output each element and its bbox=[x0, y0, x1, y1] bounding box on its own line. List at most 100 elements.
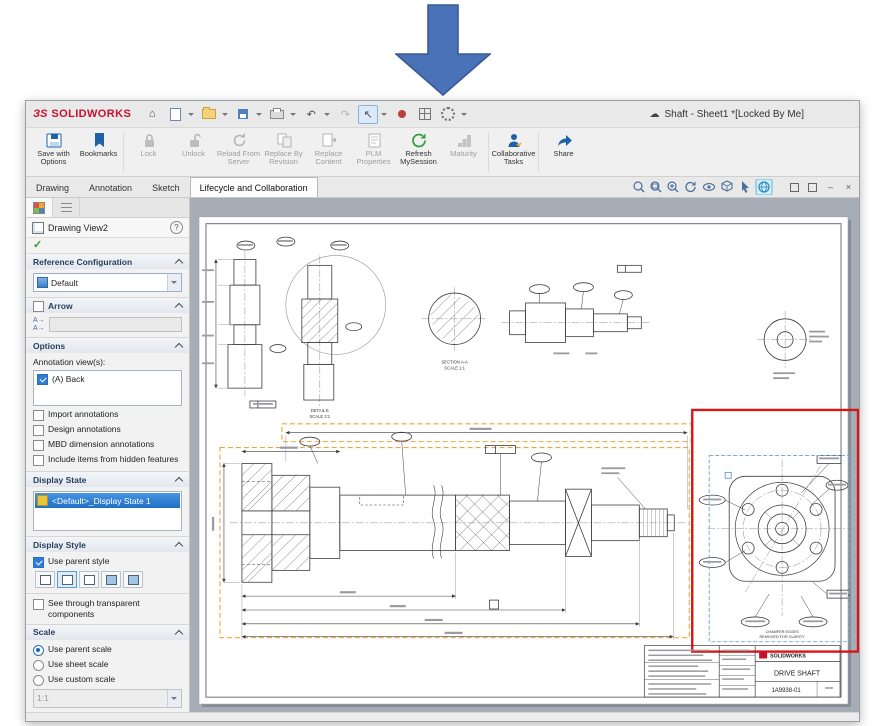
tab-lifecycle-and-collaboration[interactable]: Lifecycle and Collaboration bbox=[189, 177, 318, 197]
save-caret[interactable] bbox=[256, 112, 263, 116]
checkbox-import-annotations[interactable]: Import annotations bbox=[33, 409, 182, 422]
radio-use-custom-scale[interactable]: Use custom scale bbox=[33, 674, 182, 686]
arrow-header[interactable]: Arrow bbox=[26, 298, 189, 313]
ribbon-bookmarks[interactable]: Bookmarks bbox=[76, 129, 121, 176]
options-caret[interactable] bbox=[461, 112, 468, 116]
list-item-a-back[interactable]: (A) Back bbox=[35, 372, 180, 386]
ribbon-replace-by-revision[interactable]: Replace By Revision bbox=[261, 129, 306, 176]
maturity-icon bbox=[455, 131, 473, 149]
ribbon-plm-properties[interactable]: PLM Properties bbox=[351, 129, 396, 176]
ribbon-unlock[interactable]: Unlock bbox=[171, 129, 216, 176]
chamfer-note-line2: REMOVED FOR CLARITY bbox=[760, 635, 806, 639]
print-caret[interactable] bbox=[290, 112, 297, 116]
ribbon-refresh-mysession[interactable]: Refresh MySession bbox=[396, 129, 441, 176]
tab-drawing[interactable]: Drawing bbox=[26, 177, 79, 197]
shaded-with-edges-style-icon[interactable] bbox=[101, 571, 121, 589]
property-manager-icon bbox=[33, 201, 45, 214]
print-icon[interactable] bbox=[267, 105, 287, 124]
options-header[interactable]: Options bbox=[26, 338, 189, 354]
open-icon[interactable] bbox=[199, 105, 219, 124]
restore-icon[interactable] bbox=[806, 181, 819, 194]
arrow-checkbox[interactable] bbox=[33, 300, 44, 312]
redo-icon[interactable]: ↷ bbox=[335, 105, 355, 124]
select-caret[interactable] bbox=[381, 112, 388, 116]
configuration-select[interactable]: Default bbox=[33, 273, 182, 292]
solidworks-window: ЗS SOLIDWORKS ⌂ ↶ ↷ ↖ ☁ Shaft - Sheet1 *… bbox=[25, 100, 860, 722]
hidden-lines-removed-style-icon[interactable] bbox=[79, 571, 99, 589]
ribbon-reload-from-server[interactable]: Reload From Server bbox=[216, 129, 261, 176]
lock-icon bbox=[140, 131, 158, 149]
zoom-to-fit-icon[interactable] bbox=[633, 181, 645, 193]
ribbon-save-with-options[interactable]: Save with Options bbox=[31, 129, 76, 176]
collapse-chevron-icon bbox=[174, 477, 184, 486]
section-label: SECTION A-A bbox=[441, 359, 468, 364]
reference-configuration-header[interactable]: Reference Configuration bbox=[26, 254, 189, 269]
rotate-view-icon[interactable] bbox=[685, 181, 696, 193]
annotation-views-list[interactable]: (A) Back bbox=[33, 370, 182, 407]
shaded-style-icon[interactable] bbox=[123, 571, 143, 589]
a-back-checkbox[interactable] bbox=[37, 374, 48, 386]
display-style-header[interactable]: Display Style bbox=[26, 537, 189, 553]
tab-property-manager[interactable] bbox=[26, 198, 53, 217]
drawing-sheet[interactable] bbox=[198, 216, 849, 705]
checkbox-include-hidden-items[interactable]: Include items from hidden features bbox=[33, 454, 182, 467]
radio-use-parent-scale[interactable]: Use parent scale bbox=[33, 644, 182, 656]
display-state-list[interactable]: <Default>_Display State 1 bbox=[33, 491, 182, 532]
dropdown-caret-icon bbox=[167, 689, 181, 707]
wireframe-style-icon[interactable] bbox=[35, 571, 55, 589]
options-gear-icon[interactable] bbox=[438, 105, 458, 124]
graphics-area[interactable]: SOLIDWORKS DRIVE SHAFT 1A9938-01 SECTION… bbox=[190, 198, 859, 712]
ribbon-lock[interactable]: Lock bbox=[126, 129, 171, 176]
select-arrow-icon[interactable] bbox=[742, 181, 749, 193]
undo-caret[interactable] bbox=[324, 112, 331, 116]
new-document-icon[interactable] bbox=[165, 105, 185, 124]
ribbon-share[interactable]: Share bbox=[541, 129, 586, 176]
minimize-icon[interactable]: – bbox=[824, 181, 837, 194]
ok-check-icon[interactable]: ✓ bbox=[33, 240, 42, 251]
radio-use-sheet-scale[interactable]: Use sheet scale bbox=[33, 659, 182, 671]
3ds-logo: ЗS bbox=[33, 108, 48, 120]
home-icon[interactable]: ⌂ bbox=[142, 105, 162, 124]
checkbox-mbd-dimension-annotations[interactable]: MBD dimension annotations bbox=[33, 439, 182, 452]
list-item-default-display-state[interactable]: <Default>_Display State 1 bbox=[35, 493, 180, 509]
tab-feature-tree[interactable] bbox=[53, 198, 80, 217]
ribbon-separator bbox=[538, 133, 539, 172]
drawing-canvas[interactable]: SOLIDWORKS DRIVE SHAFT 1A9938-01 SECTION… bbox=[190, 198, 859, 712]
ribbon-collaborative-tasks[interactable]: Collaborative Tasks bbox=[491, 129, 536, 176]
rebuild-icon[interactable] bbox=[392, 105, 412, 124]
save-icon[interactable] bbox=[233, 105, 253, 124]
section-display-style: Display Style Use parent style bbox=[26, 537, 189, 595]
document-title: Shaft - Sheet1 *[Locked By Me] bbox=[664, 108, 804, 120]
view-orientation-icon[interactable] bbox=[721, 180, 733, 192]
help-icon[interactable]: ? bbox=[170, 221, 183, 234]
section-scale: Scale Use parent scale Use sheet scale U… bbox=[26, 624, 189, 712]
ribbon-maturity[interactable]: Maturity bbox=[441, 129, 486, 176]
scale-header[interactable]: Scale bbox=[26, 624, 189, 640]
hidden-lines-visible-style-icon[interactable] bbox=[57, 571, 77, 589]
titlebar: ЗS SOLIDWORKS ⌂ ↶ ↷ ↖ ☁ Shaft - Sheet1 *… bbox=[26, 101, 859, 128]
new-document-caret[interactable] bbox=[188, 112, 195, 116]
float-window-icon[interactable] bbox=[788, 181, 801, 194]
tab-annotation[interactable]: Annotation bbox=[79, 177, 142, 197]
custom-scale-select[interactable]: 1:1 bbox=[33, 688, 182, 708]
select-cursor-icon[interactable]: ↖ bbox=[358, 104, 379, 124]
view-tools[interactable] bbox=[632, 179, 782, 195]
close-icon[interactable]: × bbox=[842, 181, 855, 194]
open-caret[interactable] bbox=[222, 112, 229, 116]
display-state-header[interactable]: Display State bbox=[26, 472, 189, 488]
dropdown-caret-icon bbox=[167, 274, 181, 291]
checkbox-see-through-transparent[interactable]: See through transparent components bbox=[33, 598, 182, 619]
arrow-label-field[interactable] bbox=[48, 317, 182, 333]
undo-icon[interactable]: ↶ bbox=[301, 105, 321, 124]
evaluate-icon[interactable] bbox=[415, 105, 435, 124]
ribbon-replace-content[interactable]: Replace Content bbox=[306, 129, 351, 176]
hide-show-icon[interactable] bbox=[702, 183, 716, 191]
detail-label: DETAIL E bbox=[311, 408, 329, 413]
checkbox-use-parent-style[interactable]: Use parent style bbox=[33, 556, 182, 569]
checkbox-design-annotations[interactable]: Design annotations bbox=[33, 424, 182, 437]
cloud-document-icon: ☁ bbox=[649, 108, 660, 120]
tab-sketch[interactable]: Sketch bbox=[142, 177, 190, 197]
zoom-in-out-icon[interactable] bbox=[667, 181, 679, 193]
3dexperience-icon[interactable] bbox=[755, 179, 773, 195]
zoom-to-area-icon[interactable] bbox=[650, 181, 662, 193]
